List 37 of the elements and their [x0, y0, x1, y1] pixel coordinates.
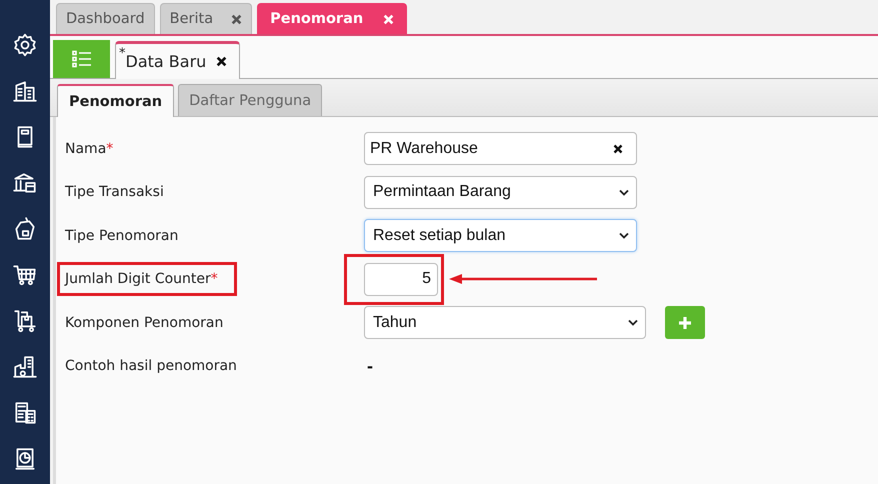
tab-label: Data Baru	[126, 52, 206, 71]
trolley-icon[interactable]	[12, 308, 38, 334]
plus-icon	[678, 316, 692, 330]
close-icon[interactable]	[216, 56, 228, 67]
field-label: Komponen Penomoran	[64, 314, 224, 333]
tab-label: Dashboard	[66, 11, 145, 27]
example-value: -	[367, 356, 373, 377]
field-value: Permintaan Barang	[373, 183, 511, 202]
clear-icon[interactable]	[613, 144, 623, 154]
form-tab[interactable]: Daftar Pengguna	[178, 84, 322, 116]
modified-mark: *	[119, 46, 126, 61]
page-tab[interactable]: Berita	[160, 3, 252, 34]
settings-icon[interactable]	[12, 32, 38, 58]
field-label: Tipe Penomoran	[64, 226, 180, 246]
field-value: Tahun	[373, 314, 417, 332]
field-label: Contoh hasil penomoran	[64, 357, 238, 376]
page-tab[interactable]: Penomoran	[257, 3, 408, 34]
field-label: Tipe Transaksi	[64, 183, 165, 202]
field-value: PR Warehouse	[370, 140, 478, 158]
field-label: Nama*	[64, 140, 114, 159]
chevron-down-icon	[619, 232, 629, 240]
select-field[interactable]: Permintaan Barang	[364, 176, 637, 209]
text-field[interactable]: PR Warehouse	[364, 132, 637, 166]
field-value: Reset setiap bulan	[373, 226, 506, 245]
chevron-down-icon	[619, 188, 629, 196]
select-field[interactable]: Tahun	[364, 306, 646, 340]
number-field[interactable]: 5	[364, 262, 438, 296]
tab-label: Penomoran	[270, 11, 364, 27]
tab-label: Berita	[170, 11, 214, 27]
document-tab[interactable]: $^{*}$Data Baru	[115, 41, 240, 79]
chevron-down-icon	[628, 319, 638, 326]
select-field[interactable]: Reset setiap bulan	[364, 219, 637, 252]
page-tab[interactable]: Dashboard	[56, 3, 155, 34]
field-label: Jumlah Digit Counter*	[57, 262, 237, 296]
list-icon	[72, 50, 92, 68]
factory-icon[interactable]	[12, 354, 38, 380]
form-tab[interactable]: Penomoran	[57, 84, 174, 117]
